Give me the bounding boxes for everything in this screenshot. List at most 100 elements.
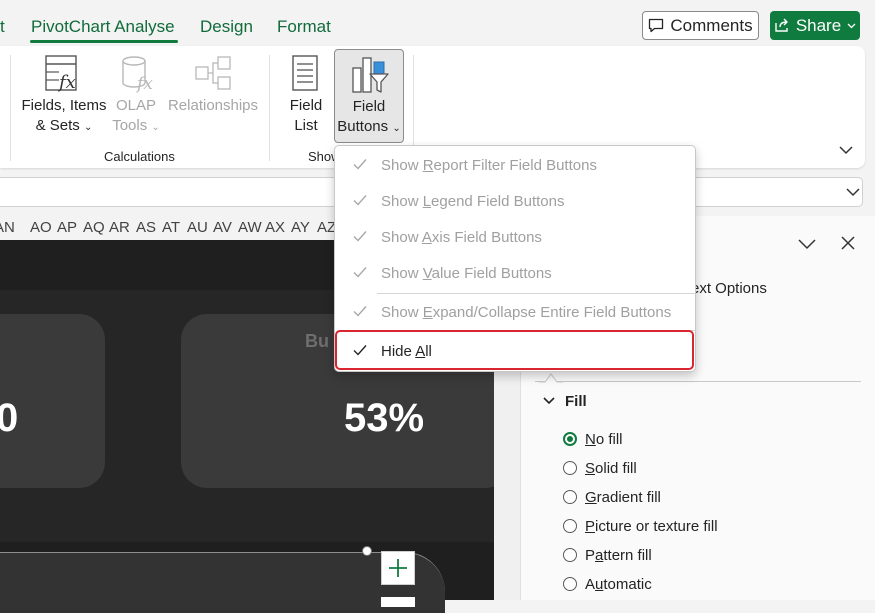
comment-icon: [649, 18, 664, 33]
olap-tools-label-line1: OLAP: [115, 97, 157, 114]
option-access-key: S: [585, 460, 596, 477]
radio-solid-fill[interactable]: Solid fill: [563, 459, 823, 481]
radio-button[interactable]: [563, 490, 577, 504]
pane-divider: [535, 381, 861, 382]
field-buttons-label-line1: Field: [352, 98, 386, 115]
option-access-key: N: [585, 431, 596, 448]
radio-pattern-fill[interactable]: Pattern fill: [563, 546, 823, 568]
option-label: icture or texture fill: [595, 518, 718, 535]
menu-item-prefix: Show: [381, 304, 423, 321]
menu-item-show-expand-collapse[interactable]: Show Expand/Collapse Entire Field Button…: [335, 295, 695, 329]
expand-formula-bar-icon[interactable]: [846, 187, 860, 197]
menu-item-show-legend[interactable]: Show Legend Field Buttons: [335, 184, 695, 218]
svg-text:fx: fx: [135, 74, 153, 93]
hide-all-highlight-box: [335, 330, 694, 370]
radio-button[interactable]: [563, 548, 577, 562]
option-access-key: G: [585, 489, 597, 506]
option-label: o fill: [595, 431, 623, 448]
share-button[interactable]: Share: [770, 11, 860, 40]
pane-options-chevron-icon[interactable]: [798, 238, 816, 250]
field-list-label-line2: List: [294, 117, 318, 134]
checkmark-icon: [353, 267, 367, 278]
fields-items-sets-button[interactable]: fx Fields, Items & Sets ⌄: [20, 52, 108, 140]
group-label-calculations: Calculations: [104, 149, 175, 164]
column-header[interactable]: AQ: [83, 219, 105, 236]
chevron-down-icon[interactable]: [847, 23, 856, 29]
option-label: olid fill: [595, 460, 637, 477]
kpi-card-title: Bu: [305, 331, 329, 351]
checkmark-icon: [353, 195, 367, 206]
radio-button[interactable]: [563, 577, 577, 591]
column-header[interactable]: AS: [136, 219, 156, 236]
column-header[interactable]: AT: [162, 219, 180, 236]
chart-elements-button[interactable]: [381, 551, 415, 585]
radio-picture-texture-fill[interactable]: Picture or texture fill: [563, 517, 823, 539]
option-label-prefix: P: [585, 547, 596, 564]
chart-area-lower[interactable]: [0, 552, 445, 613]
selection-handle[interactable]: [362, 546, 372, 556]
chevron-down-icon[interactable]: [543, 396, 555, 406]
menu-access-key: A: [421, 229, 432, 246]
menu-item-prefix: Show: [381, 265, 423, 282]
kpi-value-right: 53%: [344, 396, 425, 440]
tab-partial[interactable]: t: [0, 17, 5, 37]
text-options-tab[interactable]: ext Options: [691, 280, 767, 297]
fields-items-sets-label-line2: & Sets: [35, 117, 80, 134]
comments-button[interactable]: Comments: [642, 11, 759, 40]
radio-no-fill[interactable]: No fill: [563, 430, 823, 452]
chart-styles-button[interactable]: [381, 597, 415, 607]
fields-items-sets-label-line1: Fields, Items: [21, 97, 107, 114]
olap-tools-label-line2: Tools: [112, 117, 148, 134]
close-icon[interactable]: [841, 236, 855, 250]
menu-item-show-axis[interactable]: Show Axis Field Buttons: [335, 220, 695, 254]
field-buttons-label-line2: Buttons: [337, 118, 389, 135]
column-header[interactable]: AN: [0, 219, 15, 236]
menu-access-key: V: [422, 265, 432, 282]
radio-button[interactable]: [563, 461, 577, 475]
radio-automatic[interactable]: Automatic: [563, 575, 823, 597]
menu-item-label: alue Field Buttons: [431, 265, 552, 282]
ribbon-separator: [269, 55, 270, 161]
radio-button[interactable]: [563, 519, 577, 533]
share-label: Share: [795, 15, 842, 35]
column-header[interactable]: AV: [213, 219, 232, 236]
tab-design[interactable]: Design: [200, 17, 253, 37]
option-label: tomatic: [603, 576, 652, 593]
menu-item-prefix: Show: [381, 193, 423, 210]
checkmark-icon: [353, 306, 367, 317]
radio-button[interactable]: [563, 432, 577, 446]
column-header[interactable]: AY: [291, 219, 310, 236]
column-header[interactable]: AO: [30, 219, 52, 236]
menu-item-label: eport Filter Field Buttons: [433, 157, 597, 174]
menu-item-show-report-filter[interactable]: Show Report Filter Field Buttons: [335, 148, 695, 182]
tab-format[interactable]: Format: [277, 17, 331, 37]
field-buttons-icon: [352, 57, 389, 93]
field-list-button[interactable]: Field List: [282, 52, 330, 140]
chevron-down-icon: ⌄: [83, 122, 93, 133]
menu-item-label: egend Field Buttons: [431, 193, 565, 210]
relationships-button[interactable]: Relationships: [166, 52, 260, 140]
chevron-down-icon: ⌄: [151, 122, 160, 133]
menu-item-label: xpand/Collapse Entire Field Buttons: [432, 304, 672, 321]
olap-tools-icon: fx: [122, 56, 153, 93]
column-header[interactable]: AW: [238, 219, 262, 236]
tab-pivotchart-analyse[interactable]: PivotChart Analyse: [31, 17, 175, 37]
plus-icon: [389, 559, 407, 577]
menu-item-show-value[interactable]: Show Value Field Buttons: [335, 256, 695, 290]
option-access-key: P: [585, 518, 596, 535]
column-header[interactable]: AU: [187, 219, 208, 236]
column-header[interactable]: AX: [265, 219, 285, 236]
menu-access-key: E: [422, 304, 433, 321]
fill-section-title[interactable]: Fill: [565, 393, 587, 410]
chevron-down-icon: ⌄: [392, 123, 401, 134]
ribbon-separator: [10, 55, 11, 161]
collapse-ribbon-icon[interactable]: [839, 145, 853, 155]
olap-tools-button[interactable]: fx OLAP Tools ⌄: [112, 52, 160, 140]
field-buttons-button[interactable]: Field Buttons ⌄: [334, 49, 404, 143]
share-icon: [775, 18, 788, 32]
radio-gradient-fill[interactable]: Gradient fill: [563, 488, 823, 510]
column-header[interactable]: AR: [109, 219, 130, 236]
kpi-value-left: 0: [0, 396, 19, 440]
menu-separator: [377, 293, 695, 294]
column-header[interactable]: AP: [57, 219, 77, 236]
